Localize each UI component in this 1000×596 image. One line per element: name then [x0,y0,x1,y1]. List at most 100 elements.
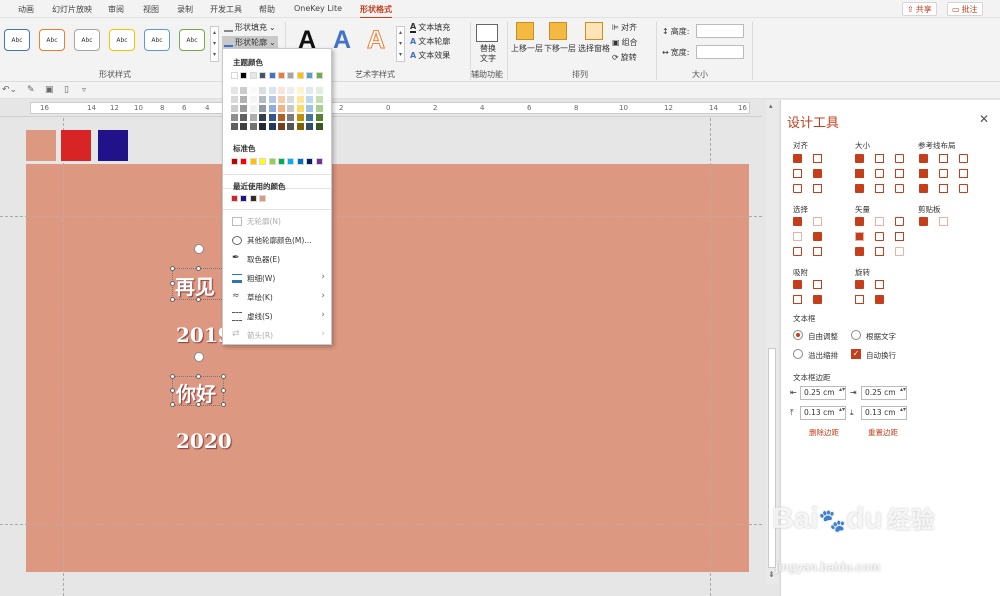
theme-shade-cell[interactable] [259,87,267,94]
resize-handle[interactable] [196,402,201,407]
guide-layout-icon[interactable] [919,169,928,178]
resize-handle[interactable] [170,388,175,393]
theme-shade-cell[interactable] [278,114,285,121]
weight-item[interactable]: 粗细(W) › [223,269,331,287]
theme-shade-cell[interactable] [268,114,276,121]
snap-tool-icon[interactable] [813,295,822,304]
no-outline-item[interactable]: 无轮廓(N) [223,212,331,230]
more-outline-colors-item[interactable]: 其他轮廓颜色(M)... [223,231,331,249]
align-button[interactable]: ⊫ 对齐 [612,22,637,33]
theme-shade-cell[interactable] [296,114,304,121]
width-input[interactable] [696,45,744,59]
theme-shade-cell[interactable] [268,123,276,130]
theme-shade-cell[interactable] [240,96,248,103]
theme-color-cell[interactable] [315,72,323,79]
vector-tool-icon[interactable] [895,232,904,241]
scroll-up-icon[interactable]: ▴ [769,102,773,110]
close-icon[interactable]: ✕ [979,112,989,126]
standard-color-cell[interactable] [240,158,248,165]
send-backward-button[interactable]: 下移一层 [544,43,576,54]
guide-layout-icon[interactable] [959,184,968,193]
autofit-free-radio[interactable] [793,330,803,340]
theme-shade-cell[interactable] [249,123,257,130]
theme-color-cell[interactable] [231,72,238,79]
scroll-down-icon[interactable]: ⇟ [768,570,775,579]
standard-color-cell[interactable] [315,158,323,165]
theme-shade-cell[interactable] [268,87,276,94]
autofit-text-radio[interactable] [851,330,861,340]
tab-shape-format[interactable]: 形状格式 [360,4,392,19]
arrows-item[interactable]: ⇄ 箭头(R) › [223,326,331,344]
vector-tool-icon[interactable] [875,247,884,256]
theme-shade-cell[interactable] [306,87,314,94]
theme-shade-cell[interactable] [249,96,257,103]
sketched-item[interactable]: ≈ 草绘(K) › [223,288,331,306]
vector-tool-icon[interactable] [895,247,904,256]
word-wrap-checkbox[interactable]: ✓ [851,349,861,359]
theme-shade-cell[interactable] [259,105,267,112]
tab-developer[interactable]: 开发工具 [210,4,242,15]
rotate-tool-icon[interactable] [875,280,884,289]
left-margin-input[interactable]: 0.25 cm [800,386,846,400]
vector-tool-icon[interactable] [875,217,884,226]
theme-shade-cell[interactable] [268,105,276,112]
theme-shade-cell[interactable] [306,105,314,112]
snap-tool-icon[interactable] [793,280,802,289]
tab-record[interactable]: 录制 [177,4,193,15]
tab-view[interactable]: 视图 [143,4,159,15]
shape-style-3[interactable]: Abc [74,29,100,51]
resize-handle[interactable] [170,297,175,302]
theme-shade-cell[interactable] [296,87,304,94]
standard-color-cell[interactable] [306,158,314,165]
guide-layout-icon[interactable] [939,184,948,193]
rotate-tool-icon[interactable] [855,295,864,304]
theme-shade-cell[interactable] [240,114,248,121]
resize-handle[interactable] [170,402,175,407]
standard-color-cell[interactable] [268,158,276,165]
slide[interactable] [26,164,749,572]
tab-animations[interactable]: 动画 [18,4,34,15]
theme-shade-cell[interactable] [296,123,304,130]
theme-shade-cell[interactable] [240,105,248,112]
theme-shade-cell[interactable] [287,87,295,94]
theme-shade-cell[interactable] [249,114,257,121]
standard-color-cell[interactable] [287,158,295,165]
size-tool-icon[interactable] [875,169,884,178]
theme-shade-cell[interactable] [287,114,295,121]
size-tool-icon[interactable] [875,154,884,163]
wordart-style-blue[interactable]: A [333,28,351,53]
select-tool-icon[interactable] [813,232,822,241]
format-painter-icon[interactable]: ✎ [27,85,35,95]
slide-text-2020[interactable]: 2020 [176,429,232,453]
shape-fill-button[interactable]: 形状填充 ⌄ [224,22,276,33]
clipboard-tool-icon[interactable] [939,217,948,226]
tab-onekey[interactable]: OneKey Lite [294,4,342,13]
selection-pane-button[interactable]: 选择窗格 [578,43,610,54]
right-margin-input[interactable]: 0.25 cm [861,386,907,400]
guide-layout-icon[interactable] [959,169,968,178]
theme-shade-cell[interactable] [240,87,248,94]
rotate-handle[interactable] [194,352,204,362]
theme-shade-cell[interactable] [287,105,295,112]
theme-shade-cell[interactable] [296,96,304,103]
align-tool-icon[interactable] [813,169,822,178]
tab-review[interactable]: 审阅 [108,4,124,15]
theme-shade-cell[interactable] [259,96,267,103]
tab-slideshow[interactable]: 幻灯片放映 [52,4,92,15]
recent-color-cell[interactable] [240,195,248,202]
dashes-item[interactable]: 虚线(S) › [223,307,331,325]
reset-margins-link[interactable]: 重置边距 [868,427,898,438]
theme-shade-cell[interactable] [231,123,238,130]
vector-tool-icon[interactable] [855,232,864,241]
theme-shade-cell[interactable] [278,105,285,112]
theme-shade-cell[interactable] [306,96,314,103]
theme-shade-cell[interactable] [287,123,295,130]
comment-button[interactable]: ▭ 批注 [947,2,983,16]
size-tool-icon[interactable] [855,154,864,163]
resize-handle[interactable] [170,281,175,286]
text-box-icon[interactable]: ▣ [45,85,54,95]
wordart-scroll[interactable]: ▴ ▾ ▾ [396,26,405,62]
theme-shade-cell[interactable] [315,96,323,103]
size-tool-icon[interactable] [855,184,864,193]
align-tool-icon[interactable] [793,154,802,163]
